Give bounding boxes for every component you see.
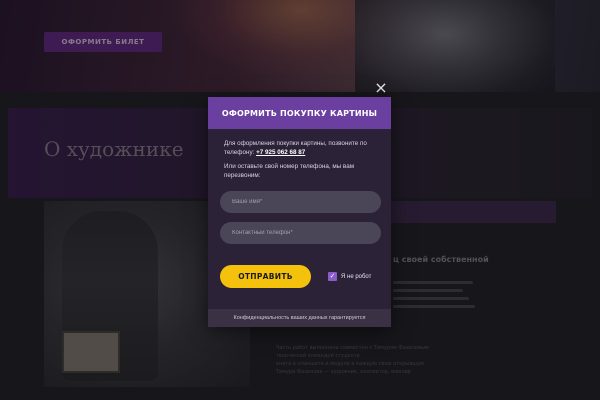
captcha-checkbox-group[interactable]: ✓ Я не робот bbox=[328, 272, 371, 281]
phone-input[interactable] bbox=[220, 222, 381, 244]
modal-body: Для оформления покупки картины, позвонит… bbox=[208, 129, 391, 180]
phone-link[interactable]: +7 925 062 68 87 bbox=[256, 149, 305, 156]
name-input[interactable] bbox=[220, 191, 381, 213]
modal-title: ОФОРМИТЬ ПОКУПКУ КАРТИНЫ bbox=[208, 97, 391, 129]
modal-description: Для оформления покупки картины, позвонит… bbox=[224, 139, 375, 157]
submit-button[interactable]: ОТПРАВИТЬ bbox=[220, 265, 311, 288]
callback-instructions: Или оставьте свой номер телефона, мы вам… bbox=[224, 163, 355, 179]
purchase-modal: ОФОРМИТЬ ПОКУПКУ КАРТИНЫ Для оформления … bbox=[208, 97, 391, 327]
captcha-checkbox[interactable]: ✓ bbox=[328, 272, 337, 281]
captcha-label: Я не робот bbox=[341, 273, 372, 280]
privacy-note: Конфиденциальность ваших данных гарантир… bbox=[208, 309, 391, 327]
close-icon[interactable]: × bbox=[372, 79, 390, 97]
